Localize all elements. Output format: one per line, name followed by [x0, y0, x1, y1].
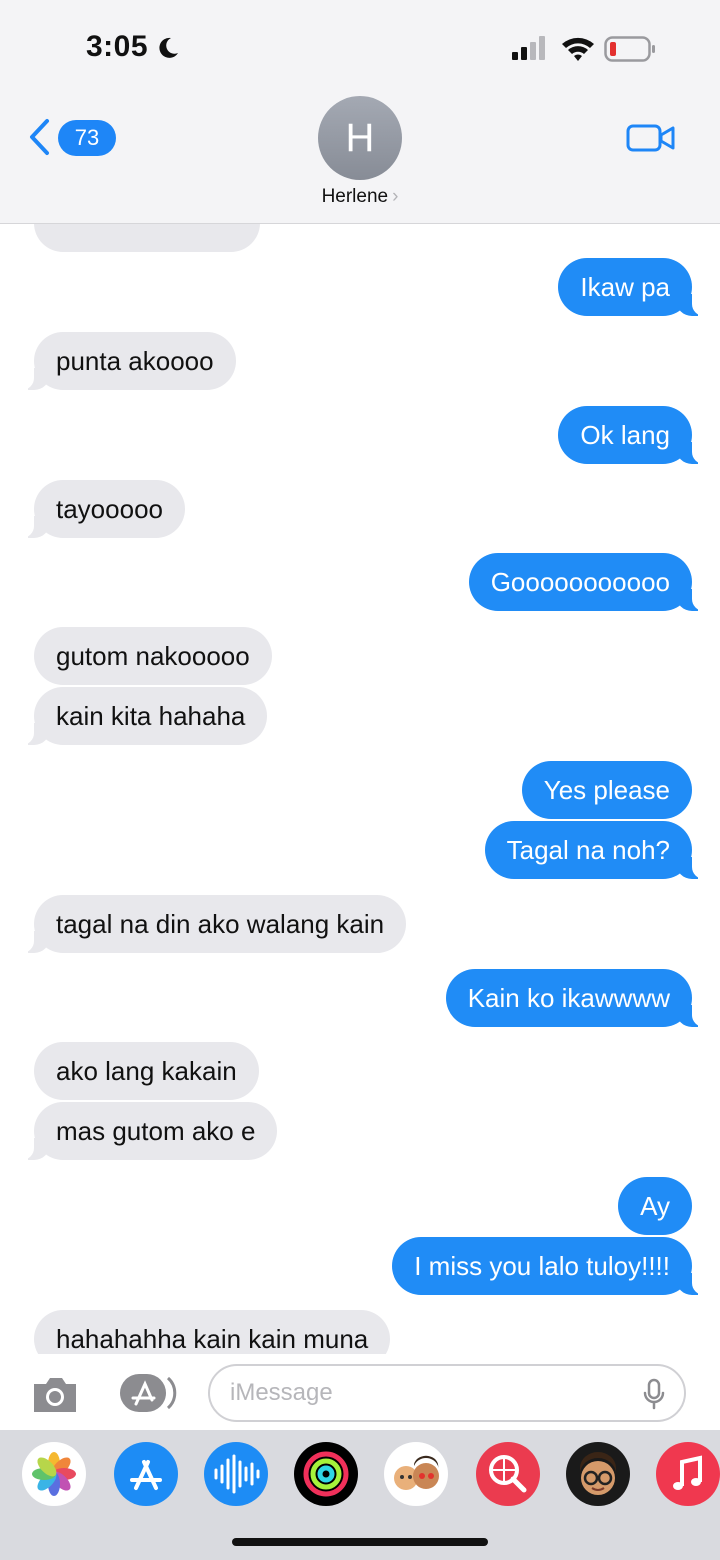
- back-button[interactable]: 73: [24, 116, 116, 160]
- message-incoming[interactable]: ako lang kakain: [34, 1042, 259, 1100]
- message-outgoing[interactable]: Yes please: [521, 761, 692, 819]
- message-outgoing[interactable]: Ay: [618, 1177, 692, 1235]
- message-outgoing[interactable]: Ikaw pa: [558, 258, 706, 316]
- message-list[interactable]: Ikaw pa punta akoooo Ok lang tayooooo Go…: [0, 224, 720, 1354]
- message-outgoing[interactable]: Tagal na noh?: [484, 821, 707, 879]
- message-outgoing[interactable]: Ok lang: [558, 406, 706, 464]
- memoji-icon[interactable]: [566, 1442, 630, 1506]
- message-input-placeholder: iMessage: [230, 1379, 333, 1406]
- signal-icon: [512, 36, 545, 60]
- audio-message-icon[interactable]: [204, 1442, 268, 1506]
- avatar[interactable]: H: [318, 96, 402, 180]
- unread-count-badge: 73: [58, 120, 116, 156]
- camera-icon[interactable]: [30, 1374, 80, 1414]
- message-incoming[interactable]: hahahahha kain kain muna: [34, 1310, 391, 1354]
- message-outgoing[interactable]: Kain ko ikawwww: [445, 969, 707, 1027]
- message-incoming[interactable]: tagal na din ako walang kain: [19, 895, 407, 953]
- chevron-right-icon: ›: [392, 186, 399, 207]
- app-drawer: [0, 1430, 720, 1560]
- message-outgoing[interactable]: I miss you lalo tuloy!!!!: [392, 1237, 706, 1295]
- photos-icon[interactable]: [22, 1442, 86, 1506]
- microphone-icon[interactable]: [642, 1378, 666, 1410]
- compose-bar: iMessage: [0, 1354, 720, 1430]
- contact-name[interactable]: Herlene ›: [0, 186, 720, 208]
- music-icon[interactable]: [656, 1442, 720, 1506]
- conversation-header: 3:05 73 H Herlene ›: [0, 0, 720, 224]
- search-images-icon[interactable]: [476, 1442, 540, 1506]
- message-incoming[interactable]: gutom nakooooo: [34, 627, 272, 685]
- battery-low-icon: [604, 36, 655, 62]
- activity-icon[interactable]: [294, 1442, 358, 1506]
- contact-name-label: Herlene: [321, 186, 389, 207]
- message-bubble-cut: [34, 224, 260, 252]
- memoji-stickers-icon[interactable]: [384, 1442, 448, 1506]
- chevron-left-icon: [30, 119, 49, 155]
- status-time: 3:05: [86, 30, 149, 63]
- message-incoming[interactable]: punta akoooo: [20, 332, 236, 390]
- message-incoming[interactable]: tayooooo: [20, 480, 185, 538]
- home-indicator[interactable]: [232, 1538, 488, 1546]
- wifi-icon: [562, 37, 594, 61]
- video-call-button[interactable]: [626, 122, 676, 154]
- message-incoming[interactable]: mas gutom ako e: [19, 1102, 278, 1160]
- message-incoming[interactable]: kain kita hahaha: [19, 687, 268, 745]
- moon-icon: [159, 37, 178, 58]
- message-outgoing[interactable]: Gooooooooooo: [468, 553, 707, 611]
- app-store-icon[interactable]: [116, 1368, 182, 1418]
- message-input[interactable]: iMessage: [208, 1364, 686, 1422]
- app-store-icon[interactable]: [114, 1442, 178, 1506]
